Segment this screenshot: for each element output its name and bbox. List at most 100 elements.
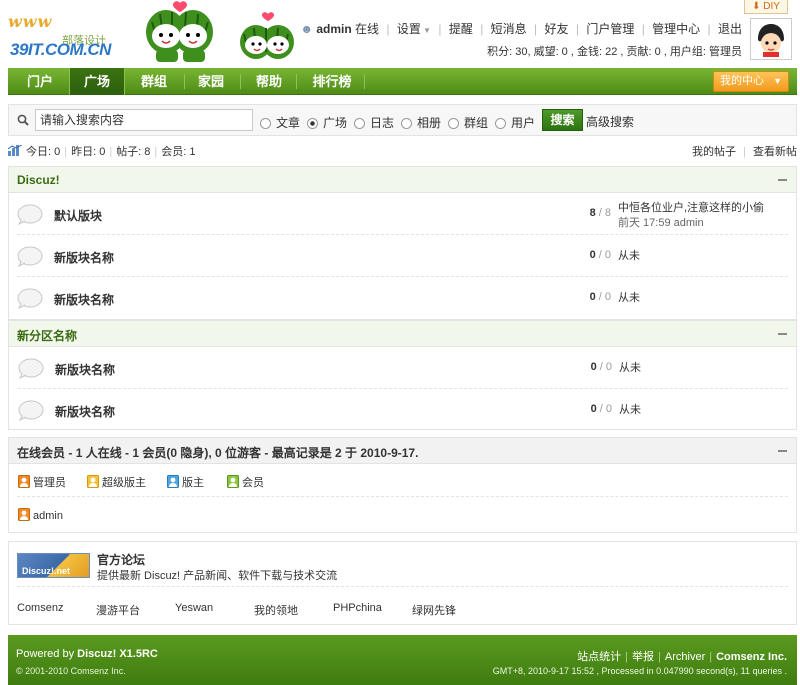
collapse-icon[interactable] — [778, 450, 787, 452]
footer-company-link[interactable]: Comsenz Inc. — [716, 651, 787, 663]
advanced-search-link[interactable]: 高级搜索 — [586, 113, 634, 130]
option-label: 广场 — [323, 116, 348, 130]
online-user[interactable]: admin — [18, 508, 63, 522]
site-header: www 部落设计 39IT.COM.CN ⬇ DIY ☻ admin 在线 | … — [0, 0, 800, 68]
option-label: 用户 — [511, 116, 536, 130]
forum-name[interactable]: 默认版块 — [54, 207, 102, 224]
nav-portal[interactable]: 门户 — [16, 68, 64, 95]
online-summary: - 1 人在线 - 1 会员(0 隐身), 0 位游客 - 最高记录是 2 于 … — [68, 446, 419, 460]
legend-super-mod: 超级版主 — [87, 474, 146, 490]
forum-counts: 0 / 0 — [590, 403, 612, 415]
last-post-title[interactable]: 中恒各位业户,注意这样的小偷 — [618, 201, 764, 216]
option-label: 日志 — [370, 116, 395, 130]
nav-plaza[interactable]: 广场 — [69, 68, 125, 95]
thread-count: 0 — [590, 361, 597, 373]
footer-report-link[interactable]: 举报 — [632, 651, 654, 663]
search-option-group[interactable]: 群组 — [448, 114, 488, 131]
friend-link[interactable]: PHPchina — [333, 602, 382, 614]
logo-www-text: www — [8, 12, 53, 31]
friend-link[interactable]: 我的领地 — [254, 602, 298, 618]
online-status[interactable]: 在线 — [355, 22, 379, 36]
discuz-logo[interactable]: Discuz!.net — [17, 553, 90, 578]
search-option-album[interactable]: 相册 — [401, 114, 441, 131]
super-moderator-icon — [87, 475, 99, 488]
footer-stats-link[interactable]: 站点统计 — [577, 651, 621, 663]
friend-link[interactable]: 绿网先锋 — [412, 602, 456, 618]
powered-label: Powered by — [16, 648, 75, 660]
category-title[interactable]: Discuz! — [17, 173, 60, 187]
thread-count: 8 — [589, 207, 596, 219]
forum-counts: 0 / 0 — [590, 361, 612, 373]
top-user-bar: ☻ admin 在线 | 设置 ▼ | 提醒 | 短消息 | 好友 | 门户管理… — [300, 22, 742, 36]
friend-link[interactable]: Yeswan — [175, 602, 213, 614]
forum-last-post: 从未 — [618, 292, 640, 304]
user-icon: ☻ — [300, 22, 314, 36]
nav-ranking[interactable]: 排行榜 — [302, 68, 362, 95]
forum-category: Discuz! 默认版块 8 / 8 中恒各位业户,注意这样的小偷 前天 17:… — [8, 166, 797, 320]
stat-yesterday: 昨日: 0 — [71, 146, 106, 158]
notice-link[interactable]: 提醒 — [449, 22, 473, 36]
discuz-logo-text: Discuz!.net — [22, 566, 71, 576]
last-post-meta[interactable]: 前天 17:59 admin — [618, 216, 764, 231]
search-input[interactable]: 请输入搜索内容 — [35, 109, 253, 131]
legend-label: 超级版主 — [102, 477, 146, 489]
username-link[interactable]: admin — [316, 22, 351, 36]
online-title-label[interactable]: 在线会员 — [17, 446, 65, 460]
forum-name[interactable]: 新版块名称 — [55, 403, 115, 420]
user-credits[interactable]: 积分: 30, 威望: 0 , 金钱: 22 , 贡献: 0 , 用户组: 管理… — [487, 43, 742, 59]
copyright: © 2001-2010 Comsenz Inc. — [16, 666, 126, 676]
thread-count: 0 — [589, 249, 596, 261]
friend-link[interactable]: 漫游平台 — [96, 602, 140, 618]
user-center-label: 我的中心 — [720, 75, 764, 87]
friends-link[interactable]: 好友 — [545, 22, 569, 36]
post-count: 0 — [605, 403, 612, 415]
search-option-article[interactable]: 文章 — [260, 114, 300, 131]
forum-name[interactable]: 新版块名称 — [54, 291, 114, 308]
forum-row: 新版块名称 0 / 0 从未 — [18, 389, 788, 431]
forum-name[interactable]: 新版块名称 — [54, 249, 114, 266]
new-posts-link[interactable]: 查看新帖 — [753, 146, 797, 158]
user-center-button[interactable]: 我的中心 ▼ — [713, 71, 789, 92]
radio-icon — [448, 118, 459, 129]
option-label: 相册 — [417, 116, 442, 130]
nav-group[interactable]: 群组 — [128, 68, 180, 95]
avatar[interactable] — [750, 18, 792, 60]
stat-today: 今日: 0 — [26, 146, 61, 158]
radio-checked-icon — [307, 118, 318, 129]
search-option-user[interactable]: 用户 — [495, 114, 535, 131]
admin-center-link[interactable]: 管理中心 — [652, 22, 700, 36]
category-header: Discuz! — [9, 167, 796, 193]
dropdown-arrow-icon: ▼ — [773, 76, 782, 86]
nav-home[interactable]: 家园 — [186, 68, 236, 95]
nav-help[interactable]: 帮助 — [244, 68, 294, 95]
forum-row: 新版块名称 0 / 0 从未 — [18, 347, 788, 389]
option-label: 文章 — [276, 116, 301, 130]
settings-link[interactable]: 设置 — [397, 22, 421, 36]
product-link[interactable]: Discuz! X1.5RC — [77, 648, 158, 660]
official-forum-title[interactable]: 官方论坛 — [97, 551, 145, 568]
search-icon — [17, 114, 29, 126]
collapse-icon[interactable] — [778, 179, 787, 181]
collapse-icon[interactable] — [778, 333, 787, 335]
online-username: admin — [33, 510, 63, 522]
forum-last-post: 中恒各位业户,注意这样的小偷 前天 17:59 admin — [618, 201, 764, 231]
search-option-blog[interactable]: 日志 — [354, 114, 394, 131]
footer-gmt: GMT+8, 2010-9-17 15:52 , Processed in 0.… — [492, 666, 787, 676]
my-posts-link[interactable]: 我的帖子 — [692, 146, 736, 158]
search-button[interactable]: 搜索 — [542, 109, 583, 131]
footer-archiver-link[interactable]: Archiver — [665, 651, 705, 663]
site-logo[interactable]: www 部落设计 39IT.COM.CN — [8, 10, 118, 62]
pm-link[interactable]: 短消息 — [491, 22, 527, 36]
portal-manage-link[interactable]: 门户管理 — [586, 22, 634, 36]
avatar-face-icon — [753, 21, 789, 57]
category-title[interactable]: 新分区名称 — [17, 327, 77, 344]
online-header: 在线会员 - 1 人在线 - 1 会员(0 隐身), 0 位游客 - 最高记录是… — [9, 438, 796, 464]
friend-link[interactable]: Comsenz — [17, 602, 63, 614]
logout-link[interactable]: 退出 — [718, 22, 742, 36]
site-footer: Powered by Discuz! X1.5RC © 2001-2010 Co… — [8, 635, 797, 685]
search-option-plaza[interactable]: 广场 — [307, 114, 347, 131]
online-title: 在线会员 - 1 人在线 - 1 会员(0 隐身), 0 位游客 - 最高记录是… — [17, 444, 418, 461]
forum-name[interactable]: 新版块名称 — [55, 361, 115, 378]
diy-button[interactable]: ⬇ DIY — [744, 0, 788, 14]
forum-bubble-icon — [17, 288, 43, 309]
